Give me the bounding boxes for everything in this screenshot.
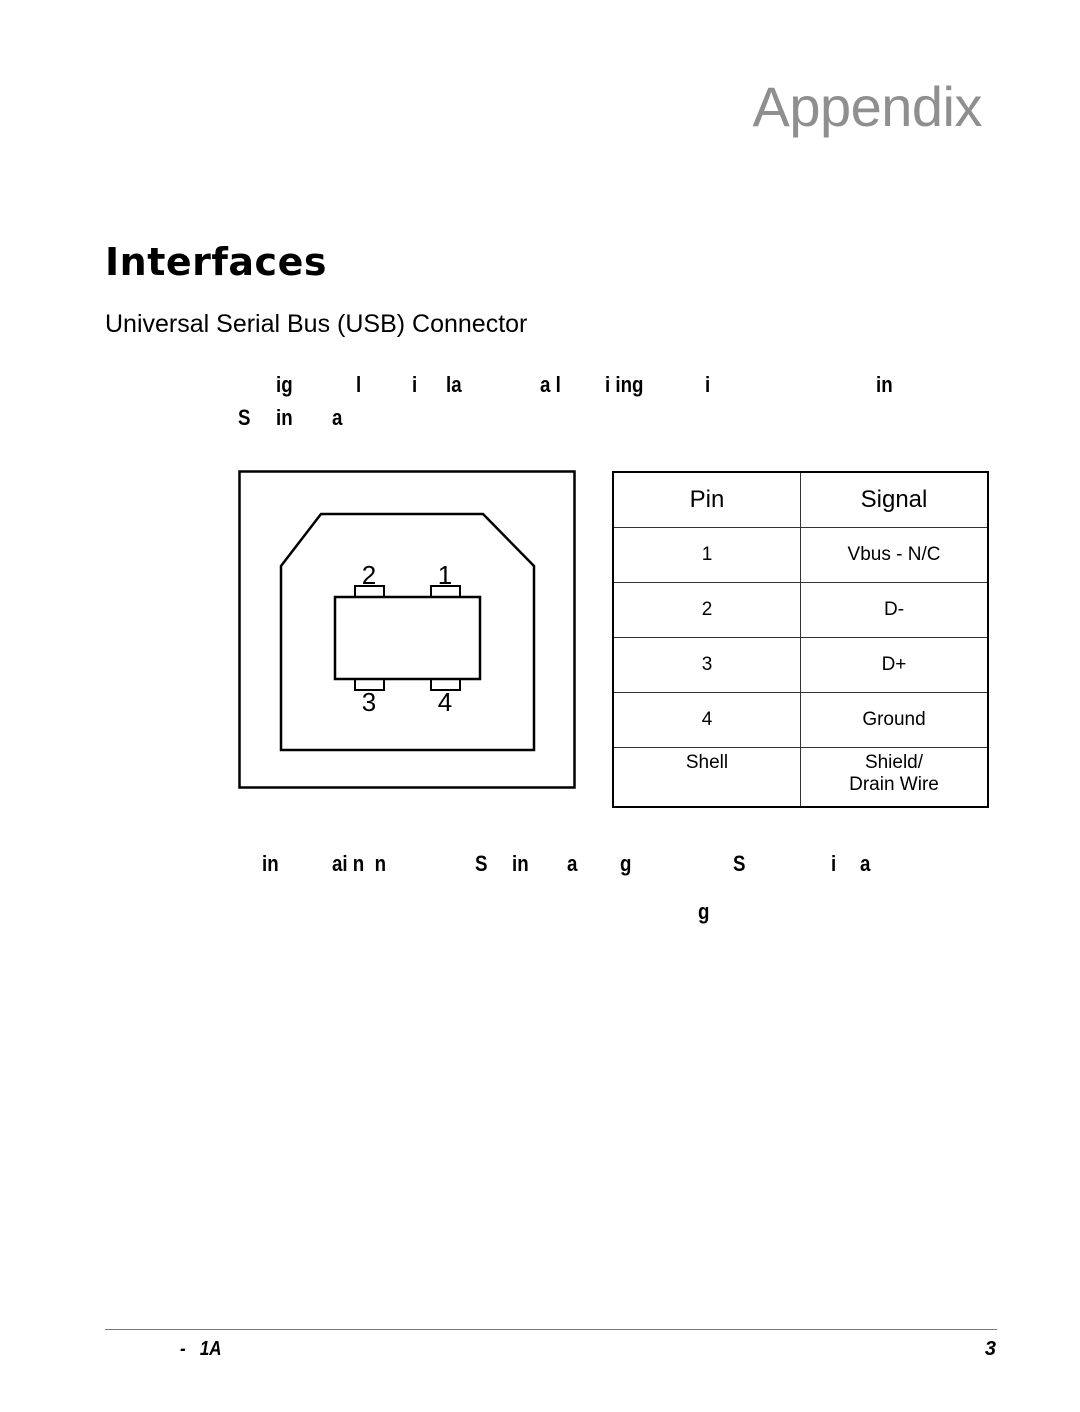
- note-text-fragment: in: [262, 851, 279, 876]
- table-header-row: Pin Signal: [612, 471, 989, 528]
- pin-cell: 1: [612, 527, 801, 583]
- section-subtitle: Universal Serial Bus (USB) Connector: [105, 310, 528, 338]
- note-text-fragment: a: [567, 851, 578, 876]
- pin-label: 2: [362, 560, 376, 590]
- note-text-fragment: S: [733, 851, 746, 876]
- note-text-fragment: in: [512, 851, 529, 876]
- intro-text-fragment: l: [356, 372, 362, 397]
- signal-line: Drain Wire: [849, 774, 939, 795]
- table-row: Shell Shield/ Drain Wire: [612, 747, 989, 808]
- note-text-fragment: i: [831, 851, 837, 876]
- column-header-signal: Signal: [800, 471, 989, 528]
- note-text-fragment: S: [475, 851, 488, 876]
- pin-cell: 4: [612, 692, 801, 748]
- pin-cell: 3: [612, 637, 801, 693]
- pin-cell: Shell: [612, 747, 801, 808]
- intro-text-fragment: a l: [540, 372, 561, 397]
- intro-text-fragment: i ing: [605, 372, 644, 397]
- note-text-fragment: ai n n: [332, 851, 387, 876]
- intro-text-fragment: a: [332, 405, 343, 430]
- section-title: Interfaces: [105, 240, 327, 284]
- chapter-title: Appendix: [752, 75, 982, 138]
- table-row: 3 D+: [612, 637, 989, 693]
- column-header-pin: Pin: [612, 471, 801, 528]
- pin-cell: 2: [612, 582, 801, 638]
- note-text-fragment: g: [698, 899, 710, 924]
- signal-cell: D-: [800, 582, 989, 638]
- signal-cell: Shield/ Drain Wire: [800, 747, 989, 808]
- intro-text-fragment: ig: [276, 372, 293, 397]
- table-row: 1 Vbus - N/C: [612, 527, 989, 583]
- pin-label: 3: [362, 687, 376, 717]
- footer-divider: [105, 1329, 997, 1330]
- pin-assignment-table: Pin Signal 1 Vbus - N/C 2 D- 3 D+ 4 Grou…: [612, 471, 989, 808]
- table-row: 4 Ground: [612, 692, 989, 748]
- usb-b-connector-diagram: 2 1 3 4: [238, 470, 576, 789]
- intro-text-fragment: in: [876, 372, 893, 397]
- intro-text-fragment: in: [276, 405, 293, 430]
- connector-outer-frame: [238, 470, 576, 789]
- signal-cell: Vbus - N/C: [800, 527, 989, 583]
- signal-line: Shield/: [864, 752, 924, 773]
- signal-cell: D+: [800, 637, 989, 693]
- footer-document-id: - 1A: [180, 1338, 222, 1360]
- signal-cell: Ground: [800, 692, 989, 748]
- connector-receptacle-outline: [279, 512, 536, 752]
- table-row: 2 D-: [612, 582, 989, 638]
- pin-label: 1: [438, 560, 452, 590]
- intro-text-fragment: S: [238, 405, 251, 430]
- connector-tongue: [333, 595, 482, 681]
- intro-text-fragment: la: [446, 372, 462, 397]
- note-text-fragment: g: [620, 851, 632, 876]
- pin-label: 4: [438, 687, 452, 717]
- intro-text-fragment: i: [705, 372, 711, 397]
- note-text-fragment: a: [860, 851, 871, 876]
- page-number: 3: [984, 1338, 996, 1360]
- intro-text-fragment: i: [412, 372, 418, 397]
